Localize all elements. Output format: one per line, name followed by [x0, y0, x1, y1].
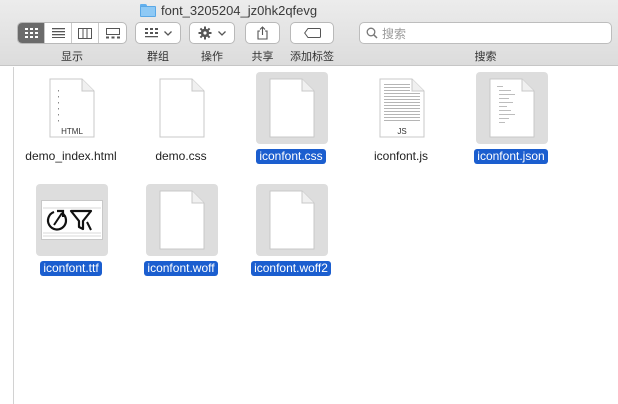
file-thumbnail: [256, 72, 328, 144]
file-name: demo_index.html: [25, 149, 117, 163]
document-icon: [159, 78, 205, 138]
group-label: 群组: [147, 51, 169, 63]
icon-view-button[interactable]: [18, 23, 45, 43]
search-icon: [366, 27, 378, 39]
share-icon: [257, 26, 268, 40]
share-button[interactable]: [245, 22, 280, 44]
file-item[interactable]: iconfont.woff2: [236, 182, 346, 282]
file-thumbnail: [256, 184, 328, 256]
file-item[interactable]: demo.css: [126, 70, 236, 170]
search-label: 搜索: [474, 51, 497, 63]
gallery-icon: [105, 27, 120, 38]
file-item[interactable]: iconfont.ttf: [16, 182, 126, 282]
action-button[interactable]: [189, 22, 235, 44]
tag-icon: [303, 28, 321, 38]
view-mode-control: [17, 22, 127, 44]
file-name: iconfont.css: [256, 149, 326, 164]
file-type-label: HTML: [61, 127, 83, 136]
grid-icon: [144, 28, 158, 38]
chevron-down-icon: [163, 30, 172, 36]
window-title: font_3205204_jz0hk2qfevg: [140, 2, 317, 18]
window-title-text: font_3205204_jz0hk2qfevg: [161, 2, 318, 18]
tags-label: 添加标签: [290, 51, 334, 63]
file-item[interactable]: iconfont.woff: [126, 182, 236, 282]
document-icon: [269, 190, 315, 250]
search-field[interactable]: 搜索: [359, 22, 612, 44]
file-name: iconfont.woff: [144, 261, 218, 276]
file-thumbnail: [146, 184, 218, 256]
file-name: iconfont.js: [373, 149, 429, 163]
json-file-icon: [489, 78, 535, 138]
font-preview-icon: [41, 200, 103, 240]
folder-icon: [140, 3, 156, 17]
file-browser: HTML demo_index.html demo.css iconfont.c…: [0, 67, 618, 404]
file-type-label: JS: [397, 127, 407, 136]
file-name: iconfont.ttf: [40, 261, 102, 276]
chevron-down-icon: [218, 30, 226, 36]
grid-icon: [24, 28, 38, 38]
file-thumbnail: HTML: [36, 72, 108, 144]
gallery-view-button[interactable]: [99, 23, 126, 43]
document-icon: [159, 190, 205, 250]
file-name: demo.css: [155, 149, 207, 163]
search-placeholder: 搜索: [382, 26, 407, 41]
column-view-button[interactable]: [72, 23, 99, 43]
file-thumbnail: [476, 72, 548, 144]
file-thumbnail: [146, 72, 218, 144]
share-label: 共享: [251, 51, 274, 63]
columns-icon: [78, 27, 92, 39]
file-item[interactable]: iconfont.json: [456, 70, 566, 170]
document-icon: [269, 78, 315, 138]
view-label: 显示: [61, 51, 83, 63]
file-thumbnail: JS: [366, 72, 438, 144]
list-icon: [51, 28, 65, 38]
html-file-icon: HTML: [49, 78, 95, 138]
toolbar: font_3205204_jz0hk2qfevg 显示 群组 操作 共享 添加标…: [0, 0, 618, 66]
file-item[interactable]: HTML demo_index.html: [16, 70, 126, 170]
list-view-button[interactable]: [45, 23, 72, 43]
add-tags-button[interactable]: [290, 22, 334, 44]
file-name: iconfont.woff2: [251, 261, 331, 276]
file-name: iconfont.json: [474, 149, 548, 164]
group-button[interactable]: [135, 22, 181, 44]
action-label: 操作: [201, 51, 223, 63]
js-file-icon: JS: [379, 78, 425, 138]
sidebar-divider: [13, 67, 14, 404]
file-thumbnail: [36, 184, 108, 256]
file-item[interactable]: JS iconfont.js: [346, 70, 456, 170]
file-item[interactable]: iconfont.css: [236, 70, 346, 170]
gear-icon: [198, 26, 212, 40]
